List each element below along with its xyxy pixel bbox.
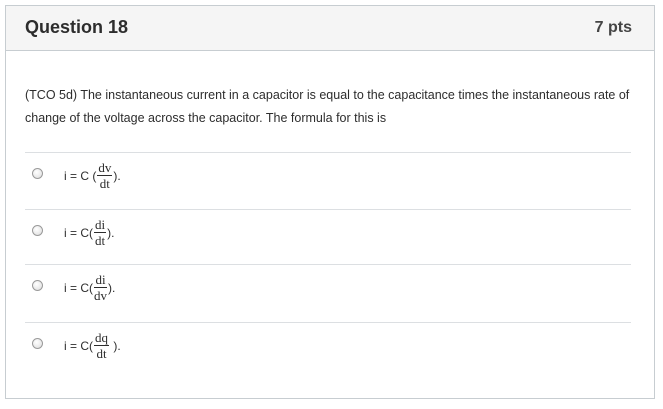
formula-prefix: i = C( — [64, 338, 94, 353]
fraction: dv dt — [97, 160, 113, 191]
answer-divider — [25, 264, 631, 265]
fraction-denominator: dv — [94, 288, 108, 303]
question-card: Question 18 7 pts (TCO 5d) The instantan… — [5, 5, 655, 399]
radio-button[interactable] — [32, 338, 43, 349]
formula-prefix: i = C( — [64, 225, 94, 240]
fraction-numerator: dq — [95, 330, 109, 345]
question-points: 7 pts — [594, 19, 632, 36]
question-text: (TCO 5d) The instantaneous current in a … — [25, 88, 630, 125]
radio-button[interactable] — [32, 168, 43, 179]
formula-suffix: ). — [108, 280, 116, 295]
formula-suffix: ). — [113, 168, 121, 183]
formula-prefix: i = C( — [64, 280, 94, 295]
fraction: di dt — [94, 217, 107, 248]
fraction-numerator: di — [95, 272, 106, 287]
fraction-numerator: dv — [98, 160, 112, 175]
formula-prefix: i = C ( — [64, 168, 97, 183]
answer-formula: i = C( di dv ). — [64, 273, 115, 302]
answer-divider — [25, 322, 631, 323]
radio-button[interactable] — [32, 225, 43, 236]
fraction: dq dt — [94, 330, 110, 361]
answer-divider — [25, 209, 631, 210]
fraction-numerator: di — [95, 217, 106, 232]
answer-option-3[interactable]: i = C( di dv ). — [25, 271, 631, 321]
question-title: Question 18 — [25, 17, 129, 37]
answer-formula: i = C ( dv dt ). — [64, 161, 121, 190]
answer-formula: i = C( di dt ). — [64, 218, 114, 247]
answer-option-2[interactable]: i = C( di dt ). — [25, 216, 631, 266]
question-header: Question 18 7 pts — [6, 6, 654, 51]
answer-option-4[interactable]: i = C( dq dt ). — [25, 329, 631, 379]
answer-divider — [25, 152, 631, 153]
radio-button[interactable] — [32, 280, 43, 291]
answer-option-1[interactable]: i = C ( dv dt ). — [25, 159, 631, 209]
fraction-denominator: dt — [96, 346, 107, 361]
fraction: di dv — [94, 272, 108, 303]
fraction-denominator: dt — [95, 233, 106, 248]
formula-suffix: ). — [107, 225, 115, 240]
answer-formula: i = C( dq dt ). — [64, 331, 121, 360]
fraction-denominator: dt — [99, 176, 110, 191]
formula-suffix: ). — [110, 338, 121, 353]
